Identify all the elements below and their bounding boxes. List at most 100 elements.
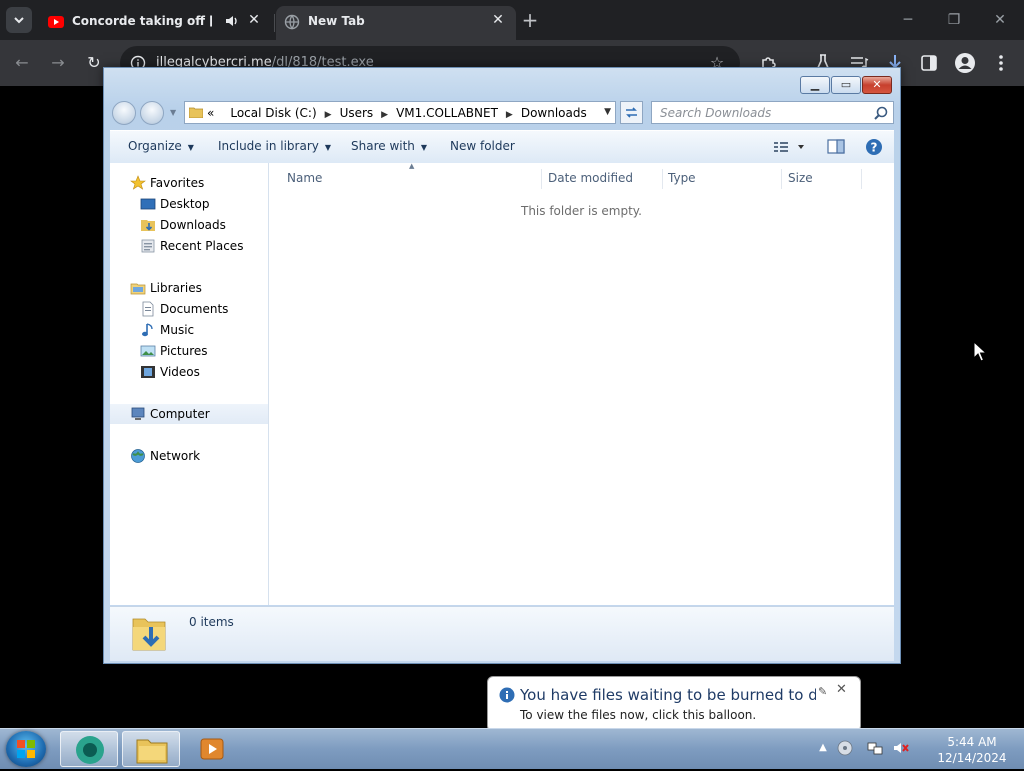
reload-icon[interactable]: ↻: [84, 53, 104, 73]
back-button[interactable]: [112, 101, 136, 125]
details-pane: 0 items: [110, 606, 894, 661]
address-dropdown-icon[interactable]: ▼: [604, 107, 611, 117]
chevron-down-icon: [14, 17, 24, 24]
nav-desktop[interactable]: Desktop: [140, 194, 260, 214]
explorer-window: ▁ ▭ ✕ ▼ « Local Disk (C:) ▶ Users ▶ VM1.COLLA…: [103, 67, 901, 664]
nav-music[interactable]: Music: [140, 320, 260, 340]
empty-folder-message: This folder is empty.: [521, 204, 642, 218]
column-divider[interactable]: [662, 169, 663, 189]
taskbar-media-player-button[interactable]: [184, 731, 242, 767]
close-tab-icon[interactable]: ✕: [246, 12, 262, 28]
dropdown-arrow-icon: ▼: [324, 143, 332, 152]
close-tab-icon[interactable]: ✕: [490, 12, 506, 28]
system-clock[interactable]: 5:44 AM 12/14/2024: [930, 734, 1014, 766]
browser-tab-strip: Concorde taking off [Delet ✕ New Tab ✕ +…: [0, 0, 1024, 40]
pictures-icon: [140, 345, 156, 357]
search-icon[interactable]: [873, 105, 889, 121]
browser-tab-youtube[interactable]: Concorde taking off [Delet ✕: [40, 6, 272, 40]
refresh-button[interactable]: [620, 101, 643, 124]
new-folder-button[interactable]: New folder: [450, 139, 515, 153]
nav-documents[interactable]: Documents: [140, 299, 260, 319]
column-divider[interactable]: [861, 169, 862, 189]
breadcrumb-separator[interactable]: ▶: [381, 110, 388, 120]
breadcrumb-separator[interactable]: ▶: [506, 110, 513, 120]
minimize-button[interactable]: ▁: [800, 76, 830, 94]
volume-muted-icon[interactable]: [892, 739, 910, 757]
nav-computer-label: Computer: [150, 407, 210, 421]
film-strip-icon: [141, 366, 155, 378]
column-header-type[interactable]: Type: [668, 171, 696, 185]
recent-pages-dropdown-icon[interactable]: ▼: [170, 108, 178, 117]
balloon-close-icon[interactable]: ✕: [836, 683, 848, 696]
file-list-area[interactable]: ▲ Name Date modified Type Size This fold…: [269, 162, 894, 605]
help-icon[interactable]: ?: [864, 137, 884, 157]
preview-pane-icon[interactable]: [826, 137, 846, 157]
close-button[interactable]: ✕: [862, 76, 892, 94]
back-arrow-icon[interactable]: ←: [12, 53, 32, 73]
address-breadcrumb-bar[interactable]: « Local Disk (C:) ▶ Users ▶ VM1.COLLABNET ▶ Dow…: [184, 101, 616, 124]
forward-button[interactable]: [140, 101, 164, 125]
tab-title: Concorde taking off [Delet: [72, 14, 212, 28]
breadcrumb-local-disk[interactable]: Local Disk (C:): [230, 106, 316, 120]
breadcrumb-separator[interactable]: ▶: [325, 110, 332, 120]
tab-search-button[interactable]: [6, 7, 32, 33]
downloads-folder-icon: [132, 618, 166, 651]
nav-recent-places[interactable]: Recent Places: [140, 236, 260, 256]
mouse-cursor-icon: [973, 341, 987, 362]
show-hidden-icons-arrow-icon[interactable]: ▲: [814, 739, 832, 757]
globe-icon: [284, 14, 300, 30]
maximize-icon: ▭: [840, 78, 852, 91]
nav-computer[interactable]: Computer: [110, 404, 268, 424]
speaker-icon[interactable]: [224, 13, 240, 29]
start-button[interactable]: [6, 731, 46, 767]
minimize-icon[interactable]: ─: [898, 10, 918, 30]
nav-libraries-label: Libraries: [150, 281, 202, 295]
new-tab-plus-icon[interactable]: +: [520, 10, 540, 30]
column-header-size[interactable]: Size: [788, 171, 813, 185]
disc-burning-icon[interactable]: [836, 739, 854, 757]
burn-notification-balloon[interactable]: You have files waiting to be burned to d…: [487, 676, 861, 743]
taskbar-chrome-button[interactable]: [60, 731, 118, 767]
more-menu-icon[interactable]: [990, 52, 1012, 74]
column-divider[interactable]: [541, 169, 542, 189]
command-bar: Organize ▼ Include in library ▼ Share with…: [110, 130, 894, 164]
windows-logo-icon: [17, 740, 35, 758]
breadcrumb-users[interactable]: Users: [340, 106, 374, 120]
taskbar-explorer-button[interactable]: [122, 731, 180, 767]
nav-libraries[interactable]: Libraries: [130, 278, 260, 298]
browser-tab-new-tab[interactable]: New Tab ✕: [276, 6, 516, 40]
nav-music-label: Music: [160, 323, 195, 337]
nav-recent-places-label: Recent Places: [160, 239, 244, 253]
network-status-icon[interactable]: [866, 739, 884, 757]
breadcrumb-overflow[interactable]: «: [207, 106, 214, 120]
breadcrumb-downloads[interactable]: Downloads: [521, 106, 587, 120]
search-box[interactable]: Search Downloads: [651, 101, 894, 124]
nav-videos[interactable]: Videos: [140, 362, 260, 382]
organize-button[interactable]: Organize ▼: [128, 139, 194, 153]
include-in-library-label: Include in library: [218, 139, 319, 153]
include-in-library-button[interactable]: Include in library ▼: [218, 139, 331, 153]
network-icon: [131, 449, 145, 463]
column-header-name[interactable]: Name: [287, 171, 322, 185]
side-panel-icon[interactable]: [918, 52, 940, 74]
nav-favorites[interactable]: Favorites: [130, 173, 260, 193]
restore-icon[interactable]: ❐: [944, 10, 964, 30]
folder-icon: [136, 739, 168, 764]
profile-avatar-icon[interactable]: [954, 52, 976, 74]
navigation-pane: Favorites Desktop Downloads Recent Place…: [110, 163, 269, 605]
column-divider[interactable]: [781, 169, 782, 189]
nav-downloads[interactable]: Downloads: [140, 215, 260, 235]
nav-documents-label: Documents: [160, 302, 229, 316]
forward-arrow-icon[interactable]: →: [48, 53, 68, 73]
nav-network[interactable]: Network: [130, 446, 260, 466]
close-window-icon[interactable]: ✕: [990, 10, 1010, 30]
computer-icon: [131, 407, 145, 420]
change-view-icon[interactable]: [772, 137, 806, 157]
column-header-date-modified[interactable]: Date modified: [548, 171, 633, 185]
nav-pictures[interactable]: Pictures: [140, 341, 260, 361]
wrench-options-icon[interactable]: ✎: [818, 685, 830, 698]
breadcrumb-user-folder[interactable]: VM1.COLLABNET: [396, 106, 498, 120]
maximize-button[interactable]: ▭: [831, 76, 861, 94]
share-with-button[interactable]: Share with ▼: [351, 139, 427, 153]
minimize-icon: ▁: [810, 78, 820, 91]
